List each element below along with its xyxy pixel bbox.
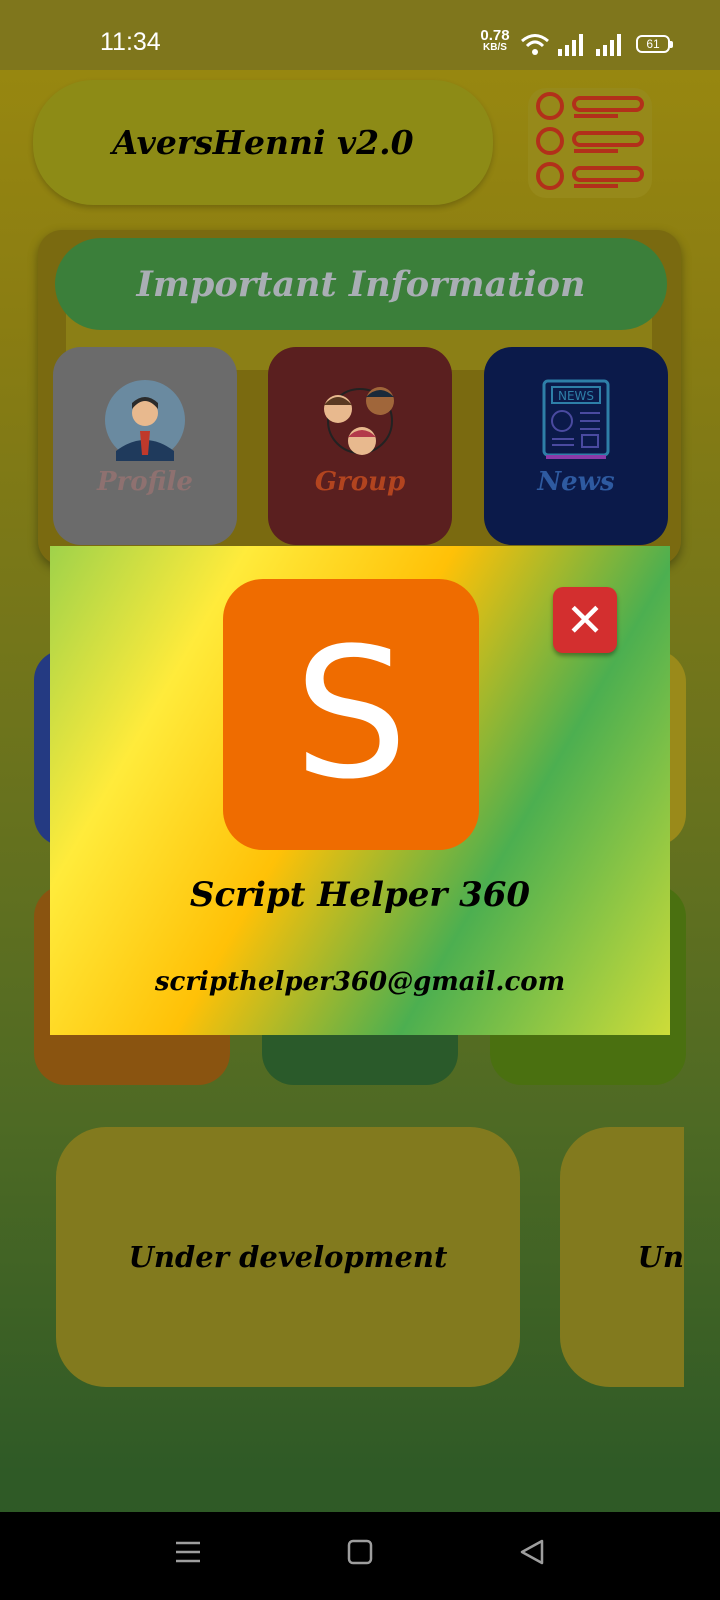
news-card[interactable]: NEWS News — [484, 347, 668, 545]
battery-indicator: 61 — [636, 35, 673, 53]
list-menu-button[interactable] — [528, 88, 652, 198]
status-time: 11:34 — [100, 28, 161, 56]
group-card-label: Group — [314, 467, 406, 497]
back-icon[interactable] — [518, 1538, 546, 1566]
newspaper-icon: NEWS — [542, 379, 610, 459]
home-icon[interactable] — [346, 1538, 374, 1566]
group-card[interactable]: Group — [268, 347, 452, 545]
menu-icon[interactable] — [174, 1538, 202, 1566]
close-button[interactable]: ✕ — [553, 587, 617, 653]
list-menu-icon — [536, 92, 644, 190]
under-development-card-2[interactable]: Un — [560, 1127, 684, 1387]
under-development-card[interactable]: Under development — [56, 1127, 520, 1387]
wifi-icon — [521, 34, 549, 55]
group-people-icon — [324, 387, 394, 455]
profile-card-label: Profile — [97, 467, 193, 497]
app-title: AversHenni v2.0 — [33, 80, 493, 205]
under-development-label: Under development — [128, 1240, 448, 1274]
app-logo-icon: S — [223, 579, 479, 850]
svg-text:NEWS: NEWS — [558, 389, 594, 403]
close-icon: ✕ — [565, 593, 605, 647]
profile-card[interactable]: Profile — [53, 347, 237, 545]
network-speed: 0.78 KB/S — [480, 27, 510, 53]
developer-name: Script Helper 360 — [189, 875, 531, 915]
news-card-label: News — [537, 467, 615, 497]
signal-icon — [558, 34, 583, 56]
developer-email[interactable]: scripthelper360@gmail.com — [50, 967, 670, 997]
info-title: Important Information — [55, 238, 667, 330]
signal-icon-2 — [596, 34, 621, 56]
under-development-label-2: Un — [637, 1240, 684, 1274]
profile-avatar-icon — [105, 380, 185, 461]
